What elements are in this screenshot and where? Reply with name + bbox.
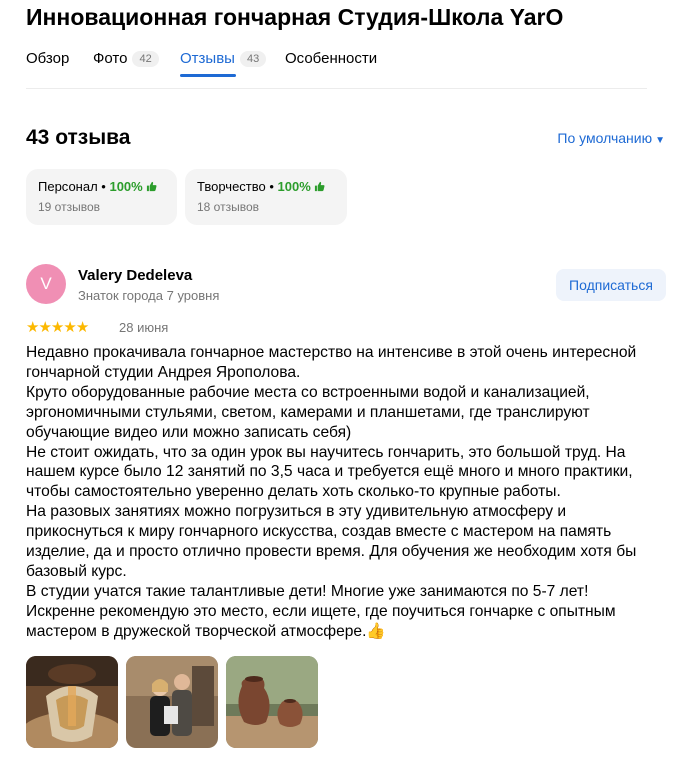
review-text-line: гончарной студии Андрея Ярополова. xyxy=(26,363,301,381)
tab-photos[interactable]: Фото 42 xyxy=(93,50,159,80)
subscribe-button[interactable]: Подписаться xyxy=(556,269,666,301)
aspect-line: Персонал • 100% xyxy=(38,179,157,194)
review-text: Недавно прокачивала гончарное мастерство… xyxy=(26,343,666,642)
aspect-card-creativity[interactable]: Творчество • 100% 18 отзывов xyxy=(185,169,347,225)
photo-image xyxy=(126,656,218,748)
review-photo-people[interactable] xyxy=(126,656,218,748)
tab-label: Особенности xyxy=(285,50,378,67)
tab-count-badge: 43 xyxy=(239,51,267,67)
tab-features[interactable]: Особенности xyxy=(285,50,377,80)
review-text-line: Круто оборудованные рабочие места со вст… xyxy=(26,383,590,401)
thumbs-up-icon xyxy=(147,181,157,192)
tab-reviews[interactable]: Отзывы 43 xyxy=(180,50,267,80)
aspect-review-count: 19 отзывов xyxy=(38,200,101,214)
aspect-name: Персонал xyxy=(38,179,98,194)
tab-count-badge: 42 xyxy=(132,51,159,67)
caret-down-icon: ▼ xyxy=(655,135,665,146)
aspect-line: Творчество • 100% xyxy=(197,179,325,194)
tab-label: Фото xyxy=(93,50,128,67)
author-level: Знаток города 7 уровня xyxy=(78,288,220,303)
review-text-line: прикоснуться к миру гончарного искусства… xyxy=(26,523,612,541)
review-text-line: На разовых занятиях можно погрузиться в … xyxy=(26,503,567,521)
aspect-name: Творчество xyxy=(197,179,266,194)
thumbs-up-icon xyxy=(315,181,325,192)
star-icon: ★ xyxy=(75,319,89,336)
active-tab-indicator xyxy=(180,74,237,77)
page-title: Инновационная гончарная Студия-Школа Yar… xyxy=(26,4,564,30)
aspect-review-count: 18 отзывов xyxy=(197,200,260,214)
star-icon: ★ xyxy=(26,319,39,336)
aspect-percent: 100% xyxy=(109,179,143,194)
avatar[interactable]: V xyxy=(26,264,66,304)
review-author-name[interactable]: Valery Dedeleva xyxy=(78,267,192,284)
review-text-line: изделие, да и просто отлично провести вр… xyxy=(26,543,637,561)
review-text-line: Не стоит ожидать, что за один урок вы на… xyxy=(26,443,626,461)
aspect-percent: 100% xyxy=(277,179,311,194)
sort-dropdown[interactable]: По умолчанию ▼ xyxy=(557,130,665,146)
review-text-line: чтобы самостоятельно уверенно делать хот… xyxy=(26,483,561,501)
star-icon: ★ xyxy=(50,319,64,336)
reviews-count-heading: 43 отзыва xyxy=(26,126,131,149)
review-date: 28 июня xyxy=(119,320,169,335)
divider xyxy=(26,88,647,89)
review-text-line: нашем курсе было 12 занятий по 3,5 часа … xyxy=(26,463,633,481)
review-text-line: эргономичными стульями, светом, камерами… xyxy=(26,403,590,421)
aspect-card-staff[interactable]: Персонал • 100% 19 отзывов xyxy=(26,169,177,225)
review-text-line: мастером в дружеской творческой атмосфер… xyxy=(26,622,386,640)
review-photo-pottery-wheel[interactable] xyxy=(26,656,118,748)
review-text-line: Искренне рекомендую это место, если ищет… xyxy=(26,602,616,620)
review-text-line: обучающие видео или можно записать себя) xyxy=(26,423,352,441)
tab-label: Обзор xyxy=(26,50,70,67)
photo-image xyxy=(26,656,118,748)
sort-label: По умолчанию xyxy=(557,130,653,146)
star-icon: ★ xyxy=(38,319,51,336)
review-photo-vases[interactable] xyxy=(226,656,318,748)
tab-overview[interactable]: Обзор xyxy=(26,50,69,80)
rating-stars: ★★★★★ xyxy=(26,318,89,336)
star-icon: ★ xyxy=(63,319,76,336)
review-text-line: базовый курс. xyxy=(26,562,127,580)
tab-label: Отзывы xyxy=(180,50,235,67)
photo-image xyxy=(226,656,318,748)
review-text-line: В студии учатся такие талантливые дети! … xyxy=(26,582,589,600)
review-text-line: Недавно прокачивала гончарное мастерство… xyxy=(26,344,637,361)
